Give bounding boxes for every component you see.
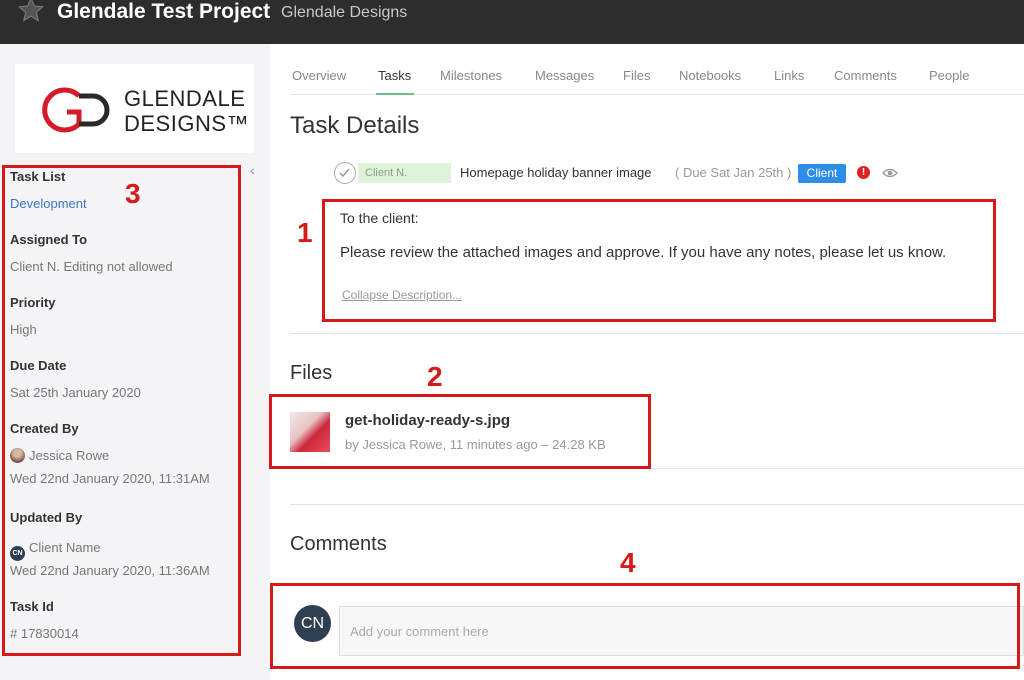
priority-alert-icon: ! xyxy=(857,166,870,179)
tab-milestones[interactable]: Milestones xyxy=(440,68,502,83)
tab-notebooks[interactable]: Notebooks xyxy=(679,68,741,83)
tab-overview[interactable]: Overview xyxy=(292,68,346,83)
divider xyxy=(290,504,1024,505)
task-name[interactable]: Homepage holiday banner image xyxy=(460,165,652,180)
assignee-chip[interactable]: Client N. xyxy=(358,163,451,183)
task-details-heading: Task Details xyxy=(290,112,420,139)
annotation-box-3 xyxy=(2,165,241,656)
project-title: Glendale Test Project xyxy=(57,0,271,23)
star-icon[interactable] xyxy=(17,0,45,24)
task-due-date: ( Due Sat Jan 25th ) xyxy=(675,165,792,180)
top-bar: Glendale Test Project Glendale Designs xyxy=(0,0,1024,44)
complete-task-checkbox[interactable] xyxy=(334,162,356,184)
tab-comments[interactable]: Comments xyxy=(834,68,897,83)
client-badge[interactable]: Client xyxy=(798,164,846,183)
tab-tasks[interactable]: Tasks xyxy=(378,68,411,83)
files-heading: Files xyxy=(290,362,333,384)
tab-files[interactable]: Files xyxy=(623,68,650,83)
tab-links[interactable]: Links xyxy=(774,68,804,83)
logo-text-line1: GLENDALE xyxy=(124,86,246,111)
annotation-number-3: 3 xyxy=(125,178,141,209)
annotation-number-4: 4 xyxy=(620,547,636,578)
project-tabs: Overview Tasks Milestones Messages Files… xyxy=(290,60,1024,95)
annotation-box-2 xyxy=(269,394,651,469)
annotation-box-4 xyxy=(270,583,1020,669)
company-name[interactable]: Glendale Designs xyxy=(281,4,407,22)
collapse-sidebar-icon[interactable]: ‹ xyxy=(250,162,255,178)
logo-text-line2: DESIGNS™ xyxy=(124,111,250,136)
comments-heading: Comments xyxy=(290,533,387,555)
annotation-number-1: 1 xyxy=(297,217,313,248)
check-icon xyxy=(339,168,350,178)
gd-logo-mark-icon xyxy=(42,87,110,133)
divider xyxy=(290,333,1024,334)
annotation-box-1 xyxy=(322,199,996,322)
active-tab-indicator xyxy=(376,93,414,95)
annotation-number-2: 2 xyxy=(427,361,443,392)
tab-messages[interactable]: Messages xyxy=(535,68,594,83)
tab-people[interactable]: People xyxy=(929,68,969,83)
eye-icon[interactable] xyxy=(882,167,898,179)
